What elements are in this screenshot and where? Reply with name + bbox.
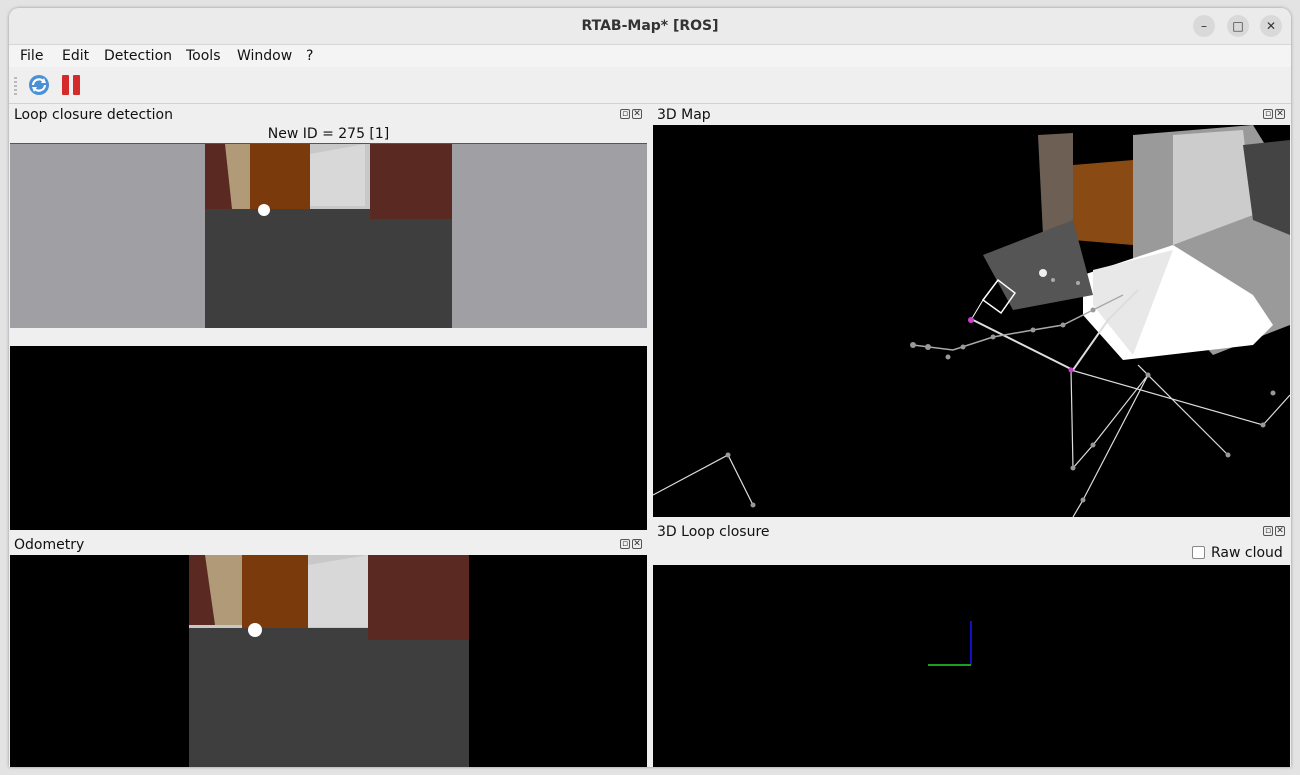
odometry-view	[10, 555, 647, 767]
close-dock-icon[interactable]: ✕	[1275, 109, 1285, 119]
loop-closure-image-area	[10, 143, 647, 329]
loop-closure-camera-image	[205, 144, 452, 329]
app-window: RTAB-Map* [ROS] – □ ✕ File Edit Detectio…	[9, 8, 1291, 767]
float-icon[interactable]: ▫	[1263, 109, 1273, 119]
loop3d-title: 3D Loop closure	[657, 524, 770, 540]
loop3d-dock-buttons: ▫ ✕	[1261, 526, 1285, 536]
map3d-view[interactable]	[653, 125, 1290, 517]
close-dock-icon[interactable]: ✕	[632, 109, 642, 119]
toolbar	[9, 67, 1291, 104]
menu-file[interactable]: File	[20, 48, 43, 64]
odometry-dock-buttons: ▫ ✕	[618, 539, 642, 549]
refresh-icon[interactable]	[27, 73, 51, 97]
menu-help[interactable]: ?	[306, 48, 313, 64]
close-dock-icon[interactable]: ✕	[632, 539, 642, 549]
window-title: RTAB-Map* [ROS]	[581, 18, 719, 34]
close-button[interactable]: ✕	[1260, 15, 1282, 37]
float-icon[interactable]: ▫	[1263, 526, 1273, 536]
menu-edit[interactable]: Edit	[62, 48, 89, 64]
loop3d-view[interactable]	[653, 565, 1290, 767]
loop-closure-divider	[10, 328, 647, 346]
loop-match-image	[10, 346, 647, 530]
menu-detection[interactable]: Detection	[104, 48, 172, 64]
map3d-point-cloud	[653, 125, 1290, 517]
close-dock-icon[interactable]: ✕	[1275, 526, 1285, 536]
menu-tools[interactable]: Tools	[186, 48, 221, 64]
pause-icon[interactable]	[59, 73, 83, 97]
odometry-title: Odometry	[14, 537, 85, 553]
new-id-label: New ID = 275 [1]	[267, 126, 390, 142]
title-bar: RTAB-Map* [ROS] – □ ✕	[9, 8, 1291, 45]
raw-cloud-label: Raw cloud	[1211, 545, 1283, 561]
map3d-title: 3D Map	[657, 107, 711, 123]
raw-cloud-checkbox[interactable]	[1192, 546, 1205, 559]
loop3d-axes	[928, 621, 972, 666]
loop-closure-dock-buttons: ▫ ✕	[618, 109, 642, 119]
loop-closure-title: Loop closure detection	[14, 107, 173, 123]
menu-bar: File Edit Detection Tools Window ?	[9, 45, 1291, 67]
toolbar-grip[interactable]	[14, 77, 17, 95]
float-icon[interactable]: ▫	[620, 109, 630, 119]
minimize-button[interactable]: –	[1193, 15, 1215, 37]
odometry-camera-image	[189, 555, 469, 767]
maximize-button[interactable]: □	[1227, 15, 1249, 37]
menu-window[interactable]: Window	[237, 48, 292, 64]
map3d-dock-buttons: ▫ ✕	[1261, 109, 1285, 119]
float-icon[interactable]: ▫	[620, 539, 630, 549]
